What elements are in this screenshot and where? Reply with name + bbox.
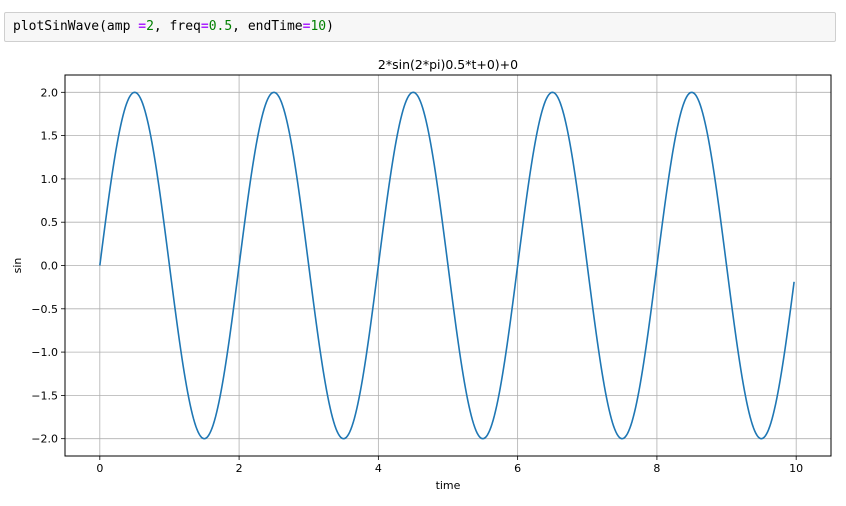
x-tick-label: 8 xyxy=(653,462,660,475)
x-axis-label: time xyxy=(436,479,461,492)
y-tick-label: −1.5 xyxy=(31,389,58,402)
y-tick-label: −2.0 xyxy=(31,433,58,446)
y-tick-label: 1.5 xyxy=(41,130,59,143)
y-tick-label: 0.0 xyxy=(41,260,59,273)
y-axis-label: sin xyxy=(11,258,24,274)
x-tick-label: 10 xyxy=(789,462,803,475)
x-tick-label: 0 xyxy=(96,462,103,475)
x-axis-ticks: 0 2 4 6 8 10 xyxy=(96,456,803,475)
x-tick-label: 4 xyxy=(375,462,382,475)
sine-wave-chart: 2*sin(2*pi)0.5*t+0)+0 0 2 4 6 8 10 2.0 1.5 1.0 0… xyxy=(11,57,832,492)
y-tick-label: −0.5 xyxy=(31,303,58,316)
y-axis-ticks: 2.0 1.5 1.0 0.5 0.0 −0.5 −1.0 −1.5 −2.0 xyxy=(31,86,65,446)
x-tick-label: 6 xyxy=(514,462,521,475)
y-tick-label: −1.0 xyxy=(31,346,58,359)
x-tick-label: 2 xyxy=(236,462,243,475)
y-tick-label: 0.5 xyxy=(41,216,59,229)
chart-title: 2*sin(2*pi)0.5*t+0)+0 xyxy=(378,57,518,72)
y-tick-label: 1.0 xyxy=(41,173,59,186)
y-tick-label: 2.0 xyxy=(41,86,59,99)
